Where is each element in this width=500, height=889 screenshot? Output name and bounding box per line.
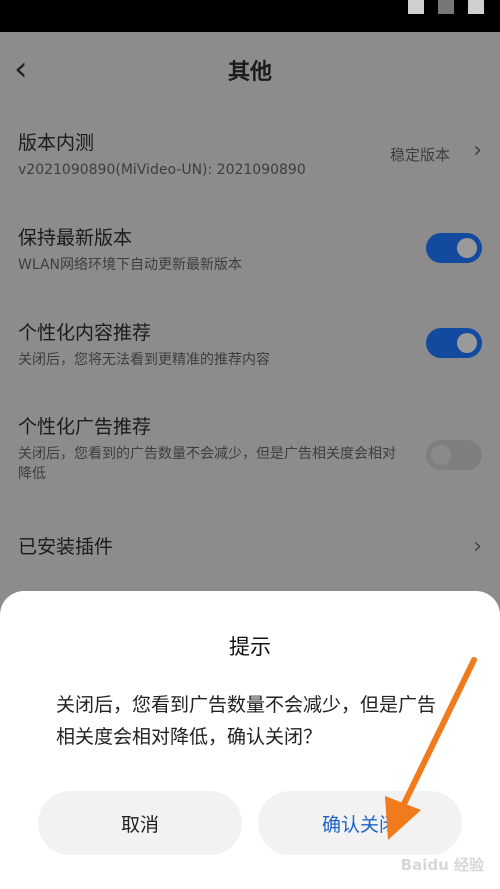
watermark: Baidu 经验: [400, 856, 484, 874]
annotation-arrow-icon: [385, 657, 477, 840]
annotation-arrow-shaft: [399, 657, 477, 811]
